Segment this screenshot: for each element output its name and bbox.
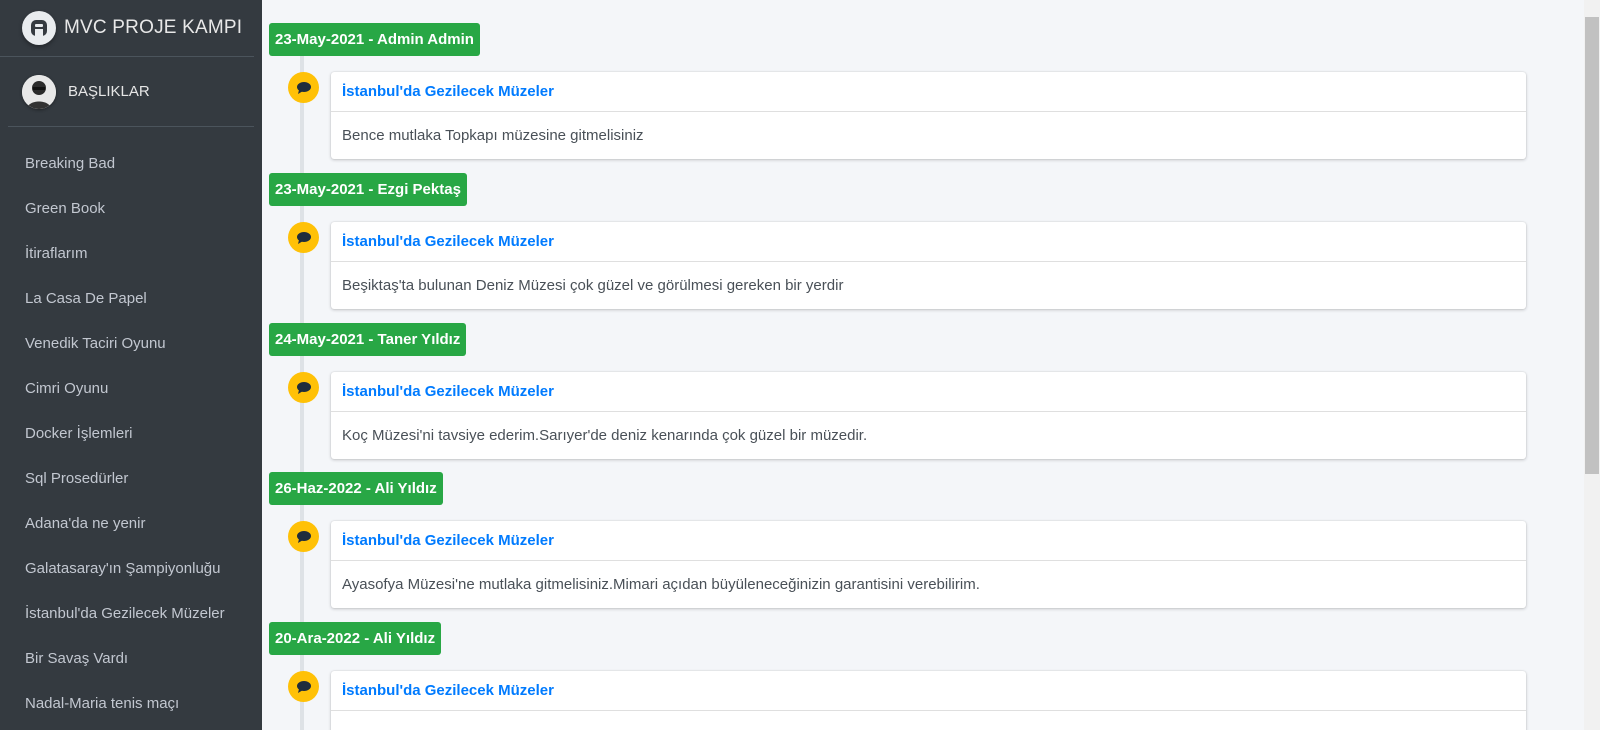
sidebar-item-bir-savas[interactable]: Bir Savaş Vardı	[0, 636, 262, 681]
sidebar-item-galatasaray[interactable]: Galatasaray'ın Şampiyonluğu	[0, 546, 262, 591]
brand-title: MVC PROJE KAMPI	[64, 17, 243, 38]
date-label: 23-May-2021 - Admin Admin	[269, 23, 480, 56]
comment-card: İstanbul'da Gezilecek Müzeler Bence mutl…	[331, 72, 1526, 159]
comment-icon	[288, 671, 319, 702]
comment-title-link[interactable]: İstanbul'da Gezilecek Müzeler	[331, 222, 1526, 262]
comment-title-link[interactable]: İstanbul'da Gezilecek Müzeler	[331, 671, 1526, 711]
sidebar-item-venedik-taciri[interactable]: Venedik Taciri Oyunu	[0, 321, 262, 366]
comment-card: İstanbul'da Gezilecek Müzeler Beşiktaş't…	[331, 222, 1526, 309]
brand-link[interactable]: MVC PROJE KAMPI	[0, 0, 254, 57]
comment-title-link[interactable]: İstanbul'da Gezilecek Müzeler	[331, 521, 1526, 561]
date-label: 24-May-2021 - Taner Yıldız	[269, 323, 467, 356]
comment-card: İstanbul'da Gezilecek Müzeler Koç Müzesi…	[331, 372, 1526, 459]
comment-icon	[288, 521, 319, 552]
sidebar-nav: Breaking Bad Green Book İtiraflarım La C…	[0, 127, 262, 726]
sidebar-item-cimri-oyunu[interactable]: Cimri Oyunu	[0, 366, 262, 411]
timeline-content: 23-May-2021 - Admin Admin İstanbul'da Ge…	[262, 0, 1584, 730]
comment-text: Beşiktaş'ta bulunan Deniz Müzesi çok güz…	[342, 276, 844, 294]
comment-icon	[288, 372, 319, 403]
sidebar-item-sql[interactable]: Sql Prosedürler	[0, 456, 262, 501]
date-label: 20-Ara-2022 - Ali Yıldız	[269, 622, 442, 655]
scrollbar-thumb[interactable]	[1585, 17, 1599, 474]
comment-icon	[288, 222, 319, 253]
comment-text	[331, 711, 1526, 730]
sidebar-item-la-casa-de-papel[interactable]: La Casa De Papel	[0, 276, 262, 321]
user-name: BAŞLIKLAR	[68, 83, 150, 100]
sidebar-item-istanbul-muzeler[interactable]: İstanbul'da Gezilecek Müzeler	[0, 591, 262, 636]
sidebar-item-itiraflarim[interactable]: İtiraflarım	[0, 231, 262, 276]
comment-title-link[interactable]: İstanbul'da Gezilecek Müzeler	[331, 72, 1526, 112]
comment-title-link[interactable]: İstanbul'da Gezilecek Müzeler	[331, 372, 1526, 412]
avatar	[22, 74, 56, 109]
sidebar-item-docker[interactable]: Docker İşlemleri	[0, 411, 262, 456]
vertical-scrollbar[interactable]	[1584, 0, 1600, 730]
comment-card: İstanbul'da Gezilecek Müzeler Ayasofya M…	[331, 521, 1526, 608]
date-label: 26-Haz-2022 - Ali Yıldız	[269, 472, 443, 505]
sidebar-item-nadal-maria[interactable]: Nadal-Maria tenis maçı	[0, 681, 262, 726]
date-label: 23-May-2021 - Ezgi Pektaş	[269, 173, 467, 206]
comment-text: Ayasofya Müzesi'ne mutlaka gitmelisiniz.…	[342, 575, 980, 593]
comment-text: Koç Müzesi'ni tavsiye ederim.Sarıyer'de …	[342, 426, 868, 444]
comment-text: Bence mutlaka Topkapı müzesine gitmelisi…	[342, 126, 644, 144]
sidebar-item-green-book[interactable]: Green Book	[0, 186, 262, 231]
comment-icon	[288, 72, 319, 103]
sidebar: MVC PROJE KAMPI BAŞLIKLAR Breaking Bad G…	[0, 0, 262, 730]
brand-logo-icon	[22, 11, 56, 45]
sidebar-item-adana[interactable]: Adana'da ne yenir	[0, 501, 262, 546]
comment-card: İstanbul'da Gezilecek Müzeler	[331, 671, 1526, 730]
sidebar-item-breaking-bad[interactable]: Breaking Bad	[0, 141, 262, 186]
user-panel[interactable]: BAŞLIKLAR	[8, 57, 254, 127]
